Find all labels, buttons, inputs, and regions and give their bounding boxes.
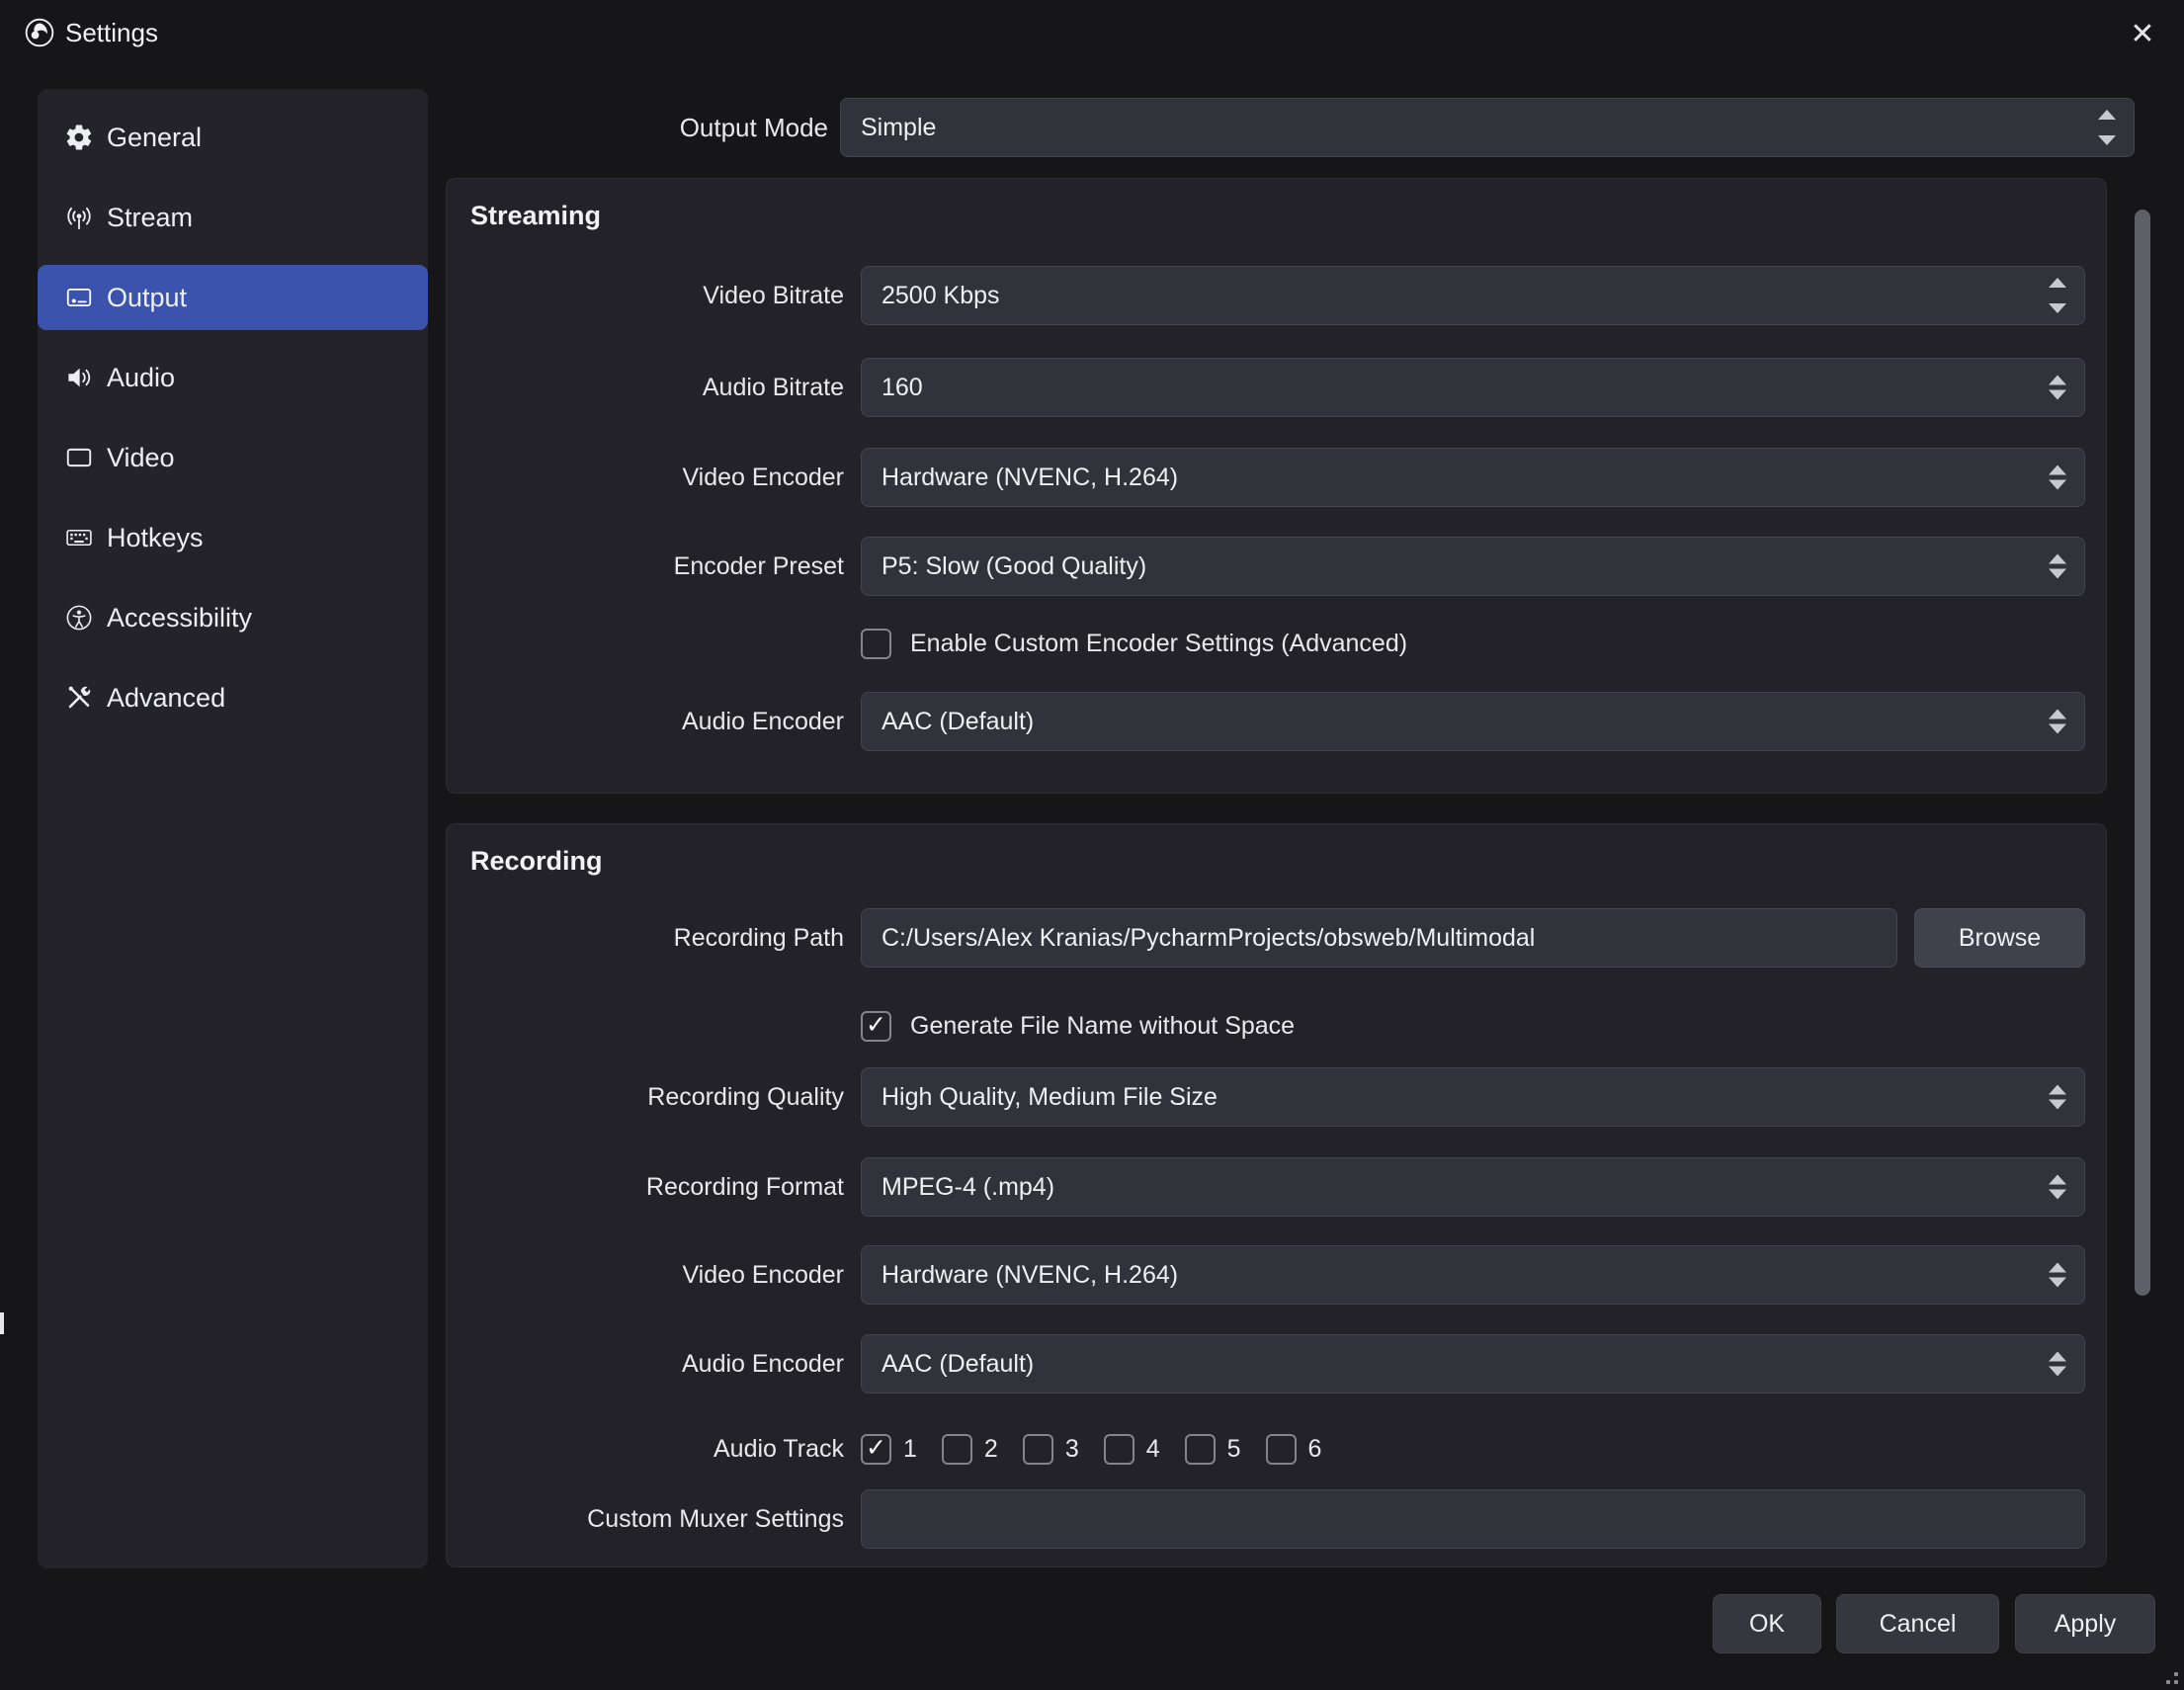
vertical-scrollbar[interactable] xyxy=(2135,210,2150,1296)
apply-button[interactable]: Apply xyxy=(2015,1594,2155,1653)
ok-button[interactable]: OK xyxy=(1713,1594,1821,1653)
accessibility-icon xyxy=(64,603,94,633)
streaming-section-title: Streaming xyxy=(470,201,601,231)
dropdown-arrows-icon xyxy=(2049,1175,2066,1200)
recording-format-select[interactable]: MPEG-4 (.mp4) xyxy=(861,1157,2085,1217)
sidebar-item-output[interactable]: Output xyxy=(38,265,428,330)
sidebar-item-label: Stream xyxy=(107,203,193,233)
recording-audio-encoder-select[interactable]: AAC (Default) xyxy=(861,1334,2085,1394)
browse-button[interactable]: Browse xyxy=(1914,908,2085,968)
custom-muxer-input[interactable] xyxy=(861,1489,2085,1549)
audio-bitrate-select[interactable]: 160 xyxy=(861,358,2085,417)
custom-muxer-row: Custom Muxer Settings xyxy=(447,1489,2085,1549)
video-bitrate-row: Video Bitrate 2500 Kbps xyxy=(447,266,2085,325)
spin-up-icon[interactable] xyxy=(2049,278,2066,288)
audio-icon xyxy=(64,363,94,392)
video-icon xyxy=(64,443,94,472)
sidebar-item-stream[interactable]: Stream xyxy=(38,185,428,250)
title-bar: Settings ✕ xyxy=(0,0,2184,65)
sidebar-item-label: Advanced xyxy=(107,683,225,714)
audio-track-4: 4 xyxy=(1104,1434,1160,1465)
recording-format-row: Recording Format MPEG-4 (.mp4) xyxy=(447,1157,2085,1217)
recording-path-row: Recording Path C:/Users/Alex Kranias/Pyc… xyxy=(447,908,2085,968)
recording-section: Recording Recording Path C:/Users/Alex K… xyxy=(446,823,2107,1567)
audio-track-1: ✓ 1 xyxy=(861,1434,917,1465)
audio-track-3-checkbox[interactable] xyxy=(1023,1434,1053,1465)
audio-track-row: Audio Track ✓ 1 2 3 4 5 xyxy=(447,1427,2085,1471)
filename-no-space-row: ✓ Generate File Name without Space xyxy=(447,1004,2085,1048)
output-mode-select[interactable]: Simple xyxy=(840,98,2135,157)
chevron-down-icon xyxy=(2098,135,2116,145)
obs-logo-icon xyxy=(24,17,55,48)
custom-encoder-checkbox[interactable] xyxy=(861,629,891,659)
audio-track-2-checkbox[interactable] xyxy=(942,1434,972,1465)
audio-bitrate-row: Audio Bitrate 160 xyxy=(447,358,2085,417)
recording-quality-row: Recording Quality High Quality, Medium F… xyxy=(447,1067,2085,1127)
recording-video-encoder-select[interactable]: Hardware (NVENC, H.264) xyxy=(861,1245,2085,1305)
streaming-section: Streaming Video Bitrate 2500 Kbps Audio … xyxy=(446,178,2107,794)
sidebar-item-hotkeys[interactable]: Hotkeys xyxy=(38,505,428,570)
output-mode-label: Output Mode xyxy=(446,113,828,143)
recording-audio-encoder-row: Audio Encoder AAC (Default) xyxy=(447,1334,2085,1394)
sidebar-item-accessibility[interactable]: Accessibility xyxy=(38,585,428,650)
dropdown-arrows-icon xyxy=(2049,465,2066,490)
window-title: Settings xyxy=(65,18,158,48)
dropdown-arrows-icon xyxy=(2049,376,2066,400)
window-resize-grip[interactable] xyxy=(2160,1666,2178,1684)
close-icon[interactable]: ✕ xyxy=(2123,14,2162,53)
spin-down-icon[interactable] xyxy=(2049,303,2066,313)
no-space-checkbox[interactable]: ✓ xyxy=(861,1011,891,1042)
sidebar-item-label: Hotkeys xyxy=(107,523,204,553)
audio-track-6: 6 xyxy=(1266,1434,1322,1465)
keyboard-icon xyxy=(64,523,94,552)
sidebar-item-label: Video xyxy=(107,443,175,473)
recording-video-encoder-row: Video Encoder Hardware (NVENC, H.264) xyxy=(447,1245,2085,1305)
output-icon xyxy=(64,283,94,312)
sidebar-item-label: General xyxy=(107,123,202,153)
sidebar-item-label: Audio xyxy=(107,363,175,393)
audio-track-5: 5 xyxy=(1185,1434,1241,1465)
encoder-preset-row: Encoder Preset P5: Slow (Good Quality) xyxy=(447,537,2085,596)
chevron-up-icon xyxy=(2098,110,2116,120)
stream-audio-encoder-select[interactable]: AAC (Default) xyxy=(861,692,2085,751)
edge-highlight-artifact xyxy=(0,1312,4,1334)
sidebar-item-advanced[interactable]: Advanced xyxy=(38,665,428,730)
tools-icon xyxy=(64,683,94,713)
audio-track-1-checkbox[interactable]: ✓ xyxy=(861,1434,891,1465)
sidebar-item-label: Output xyxy=(107,283,187,313)
stream-video-encoder-row: Video Encoder Hardware (NVENC, H.264) xyxy=(447,448,2085,507)
dropdown-arrows-icon xyxy=(2049,710,2066,734)
recording-quality-select[interactable]: High Quality, Medium File Size xyxy=(861,1067,2085,1127)
stream-icon xyxy=(64,203,94,232)
sidebar-item-audio[interactable]: Audio xyxy=(38,345,428,410)
audio-track-3: 3 xyxy=(1023,1434,1079,1465)
custom-encoder-settings-row: Enable Custom Encoder Settings (Advanced… xyxy=(447,622,2085,665)
recording-path-input[interactable]: C:/Users/Alex Kranias/PycharmProjects/ob… xyxy=(861,908,1897,968)
sidebar-item-label: Accessibility xyxy=(107,603,252,634)
stream-audio-encoder-row: Audio Encoder AAC (Default) xyxy=(447,692,2085,751)
encoder-preset-select[interactable]: P5: Slow (Good Quality) xyxy=(861,537,2085,596)
dropdown-arrows-icon xyxy=(2049,1085,2066,1110)
settings-sidebar: General Stream Output A xyxy=(38,89,428,1568)
audio-track-5-checkbox[interactable] xyxy=(1185,1434,1216,1465)
cancel-button[interactable]: Cancel xyxy=(1836,1594,1999,1653)
stream-video-encoder-select[interactable]: Hardware (NVENC, H.264) xyxy=(861,448,2085,507)
audio-track-6-checkbox[interactable] xyxy=(1266,1434,1297,1465)
gear-icon xyxy=(64,123,94,152)
dropdown-arrows-icon xyxy=(2049,554,2066,579)
video-bitrate-spinbox[interactable]: 2500 Kbps xyxy=(861,266,2085,325)
dropdown-arrows-icon xyxy=(2049,1263,2066,1288)
sidebar-item-general[interactable]: General xyxy=(38,105,428,170)
audio-track-2: 2 xyxy=(942,1434,998,1465)
audio-track-4-checkbox[interactable] xyxy=(1104,1434,1134,1465)
dropdown-arrows-icon xyxy=(2049,1352,2066,1377)
recording-section-title: Recording xyxy=(470,846,603,877)
output-mode-row: Output Mode Simple xyxy=(446,98,2135,157)
sidebar-item-video[interactable]: Video xyxy=(38,425,428,490)
